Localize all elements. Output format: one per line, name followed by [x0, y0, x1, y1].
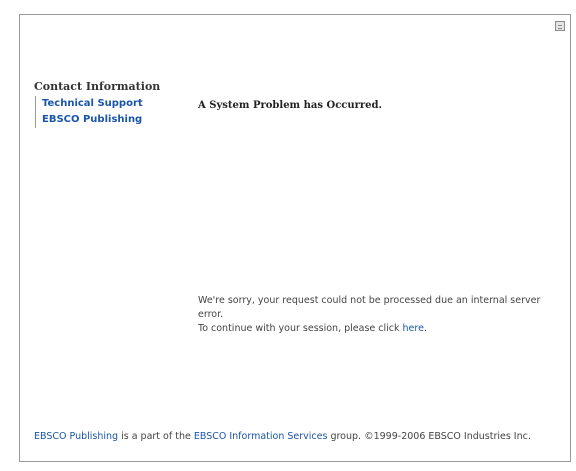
error-title: A System Problem has Occurred. — [198, 100, 383, 111]
footer: EBSCO Publishing is a part of the EBSCO … — [34, 430, 559, 444]
ebsco-publishing-link[interactable]: EBSCO Publishing — [35, 112, 164, 128]
footer-ebsco-information-services-link[interactable]: EBSCO Information Services — [194, 431, 328, 442]
sidebar-heading: Contact Information — [34, 80, 161, 93]
menu-icon[interactable] — [555, 21, 565, 31]
page-frame: Contact Information Technical Support EB… — [19, 14, 571, 462]
footer-text-2: group. ©1999-2006 EBSCO Industries Inc. — [327, 431, 531, 442]
footer-ebsco-publishing-link[interactable]: EBSCO Publishing — [34, 431, 118, 442]
continue-prefix: To continue with your session, please cl… — [198, 323, 400, 334]
continue-instruction: To continue with your session, please cl… — [198, 322, 556, 336]
sidebar: Contact Information Technical Support EB… — [34, 80, 164, 128]
error-description: We're sorry, your request could not be p… — [198, 295, 541, 320]
continue-suffix: . — [423, 323, 427, 334]
continue-here-link[interactable]: here — [403, 323, 424, 334]
technical-support-link[interactable]: Technical Support — [35, 96, 164, 112]
footer-text-1: is a part of the — [118, 431, 194, 442]
error-message: We're sorry, your request could not be p… — [198, 294, 556, 336]
